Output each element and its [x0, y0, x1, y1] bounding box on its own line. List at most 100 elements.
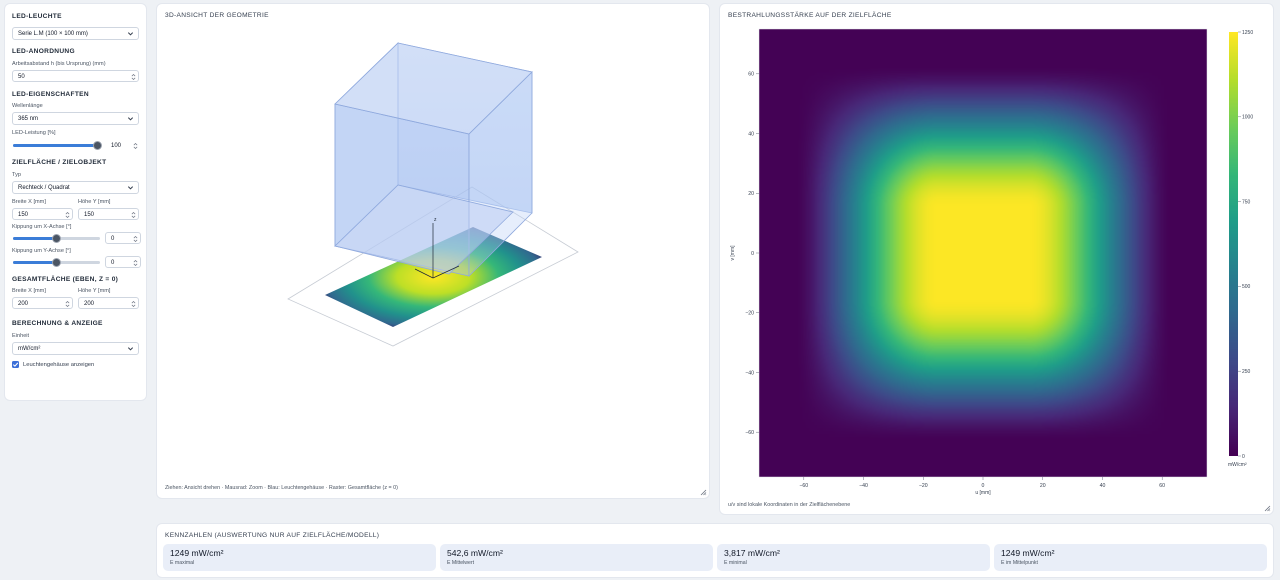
x-tick-label: −60 [799, 483, 808, 489]
power-slider-thumb[interactable] [92, 141, 102, 150]
target-height-label: Höhe Y [mm] [78, 199, 111, 205]
tilt-y-value: 0 [111, 259, 115, 266]
power-slider-fill [13, 144, 97, 147]
total-height-value: 200 [84, 300, 95, 307]
tilt-y-input[interactable]: 0 [105, 256, 141, 268]
x-axis-ticks: −60 −40 −20 0 20 40 60 [799, 477, 1165, 489]
geometry-3d-canvas[interactable]: z [157, 18, 711, 488]
metric-value: 1249 mW/cm² [170, 548, 224, 558]
spin-arrows-icon[interactable] [131, 300, 136, 308]
tilt-y-slider[interactable] [13, 258, 100, 267]
tilt-y-label: Kippung um Y-Achse [°] [12, 248, 71, 254]
x-tick-label: −40 [859, 483, 868, 489]
view3d-hint: Ziehen: Ansicht drehen · Mausrad: Zoom ·… [165, 485, 398, 491]
y-axis-ticks: 60 40 20 0 −20 −40 −60 [745, 72, 759, 436]
section-title-target: Zielfläche / Zielobjekt [12, 159, 107, 166]
tilt-x-value: 0 [111, 235, 115, 242]
metric-card-center: 1249 mW/cm² E im Mittelpunkt [994, 544, 1267, 571]
heatmap-image [759, 29, 1207, 477]
chevron-down-icon [127, 186, 134, 190]
power-label: LED-Leistung [%] [12, 130, 56, 136]
spin-arrows-icon[interactable] [133, 259, 138, 267]
y-tick-label: −60 [745, 430, 754, 436]
target-width-value: 150 [18, 211, 29, 218]
target-type-select[interactable]: Rechteck / Quadrat [12, 181, 139, 194]
tilt-x-input[interactable]: 0 [105, 232, 141, 244]
x-tick-label: 20 [1040, 483, 1046, 489]
target-height-value: 150 [84, 211, 95, 218]
power-slider[interactable] [13, 141, 102, 150]
colorbar-tick-label: 750 [1242, 199, 1251, 205]
y-tick-label: −20 [745, 311, 754, 317]
total-height-input[interactable]: 200 [78, 297, 139, 309]
metric-card-min: 3,817 mW/cm² E minimal [717, 544, 990, 571]
total-height-label: Höhe Y [mm] [78, 288, 111, 294]
colorbar-gradient [1229, 32, 1238, 456]
metrics-cards: 1249 mW/cm² E maximal 542,6 mW/cm² E Mit… [163, 544, 1267, 571]
colorbar-tick-label: 1000 [1242, 115, 1253, 121]
housing-checkbox[interactable] [12, 361, 19, 368]
y-axis-label: v [mm] [730, 245, 736, 261]
spin-arrows-icon[interactable] [65, 300, 70, 308]
colorbar-unit: mW/cm² [1228, 462, 1247, 468]
section-title-led: LED-Leuchte [12, 13, 62, 20]
metric-label: E Mittelwert [447, 560, 475, 566]
target-height-input[interactable]: 150 [78, 208, 139, 220]
metric-label: E maximal [170, 560, 195, 566]
spin-arrows-icon[interactable] [133, 142, 138, 150]
resize-handle-icon[interactable] [699, 488, 707, 496]
unit-value: mW/cm² [18, 346, 41, 352]
x-tick-label: 60 [1159, 483, 1165, 489]
x-tick-label: 0 [982, 483, 985, 489]
target-type-value: Rechteck / Quadrat [18, 185, 70, 191]
metric-value: 1249 mW/cm² [1001, 548, 1055, 558]
tilt-y-slider-thumb[interactable] [52, 258, 61, 267]
tilt-x-slider-thumb[interactable] [52, 234, 61, 243]
spin-arrows-icon[interactable] [65, 211, 70, 219]
housing-label: Leuchtengehäuse anzeigen [23, 361, 95, 368]
distance-label: Arbeitsabstand h (bis Ursprung) (mm) [12, 61, 106, 67]
metrics-title: Kennzahlen (Auswertung nur auf Zielfläch… [165, 532, 380, 539]
irradiance-panel: Bestrahlungsstärke auf der Zielfläche −6… [719, 3, 1274, 515]
x-axis-label: u [mm] [975, 490, 991, 496]
tilt-x-slider[interactable] [13, 234, 100, 243]
tilt-x-label: Kippung um X-Achse [°] [12, 224, 72, 230]
target-width-input[interactable]: 150 [12, 208, 73, 220]
led-select[interactable]: Serie L.M (100 × 100 mm) [12, 27, 139, 40]
spin-arrows-icon[interactable] [131, 73, 136, 81]
tilt-x-row: 0 [12, 232, 141, 244]
total-size-row: Breite X [mm] 200 Höhe Y [mm] 200 [12, 288, 139, 309]
resize-handle-icon[interactable] [1263, 504, 1271, 512]
spin-arrows-icon[interactable] [131, 211, 136, 219]
target-width-label: Breite X [mm] [12, 199, 46, 205]
chevron-down-icon [127, 117, 134, 121]
wavelength-select[interactable]: 365 nm [12, 112, 139, 125]
metric-label: E minimal [724, 560, 747, 566]
chevron-down-icon [127, 347, 134, 351]
power-input[interactable]: 100 [105, 139, 141, 151]
tilt-x-slider-fill [13, 237, 57, 240]
power-value: 100 [111, 142, 122, 149]
housing-toggle[interactable]: Leuchtengehäuse anzeigen [12, 361, 139, 368]
colorbar-tick-label: 250 [1242, 369, 1251, 375]
metric-value: 542,6 mW/cm² [447, 548, 503, 558]
y-tick-label: 60 [748, 72, 754, 78]
total-width-input[interactable]: 200 [12, 297, 73, 309]
distance-input[interactable]: 50 [12, 70, 139, 82]
spin-arrows-icon[interactable] [133, 235, 138, 243]
section-title-total: Gesamtfläche (eben, z = 0) [12, 276, 119, 283]
irradiance-heatmap-chart[interactable]: −60 −40 −20 0 20 40 60 60 40 20 0 −20 −40 −60 u [mm]… [720, 18, 1275, 498]
unit-select[interactable]: mW/cm² [12, 342, 139, 355]
target-type-label: Typ [12, 172, 22, 178]
chevron-down-icon [127, 32, 134, 36]
target-height-group: Höhe Y [mm] 150 [78, 199, 139, 220]
x-tick-label: 40 [1100, 483, 1106, 489]
geometry-3d-panel: 3D-Ansicht der Geometrie [156, 3, 710, 499]
checkmark-icon [12, 362, 19, 367]
distance-value: 50 [18, 73, 25, 80]
section-title-led-props: LED-Eigenschaften [12, 91, 89, 98]
total-width-group: Breite X [mm] 200 [12, 288, 73, 309]
luminaire-housing [334, 42, 533, 277]
target-width-group: Breite X [mm] 150 [12, 199, 73, 220]
unit-label: Einheit [12, 333, 30, 339]
